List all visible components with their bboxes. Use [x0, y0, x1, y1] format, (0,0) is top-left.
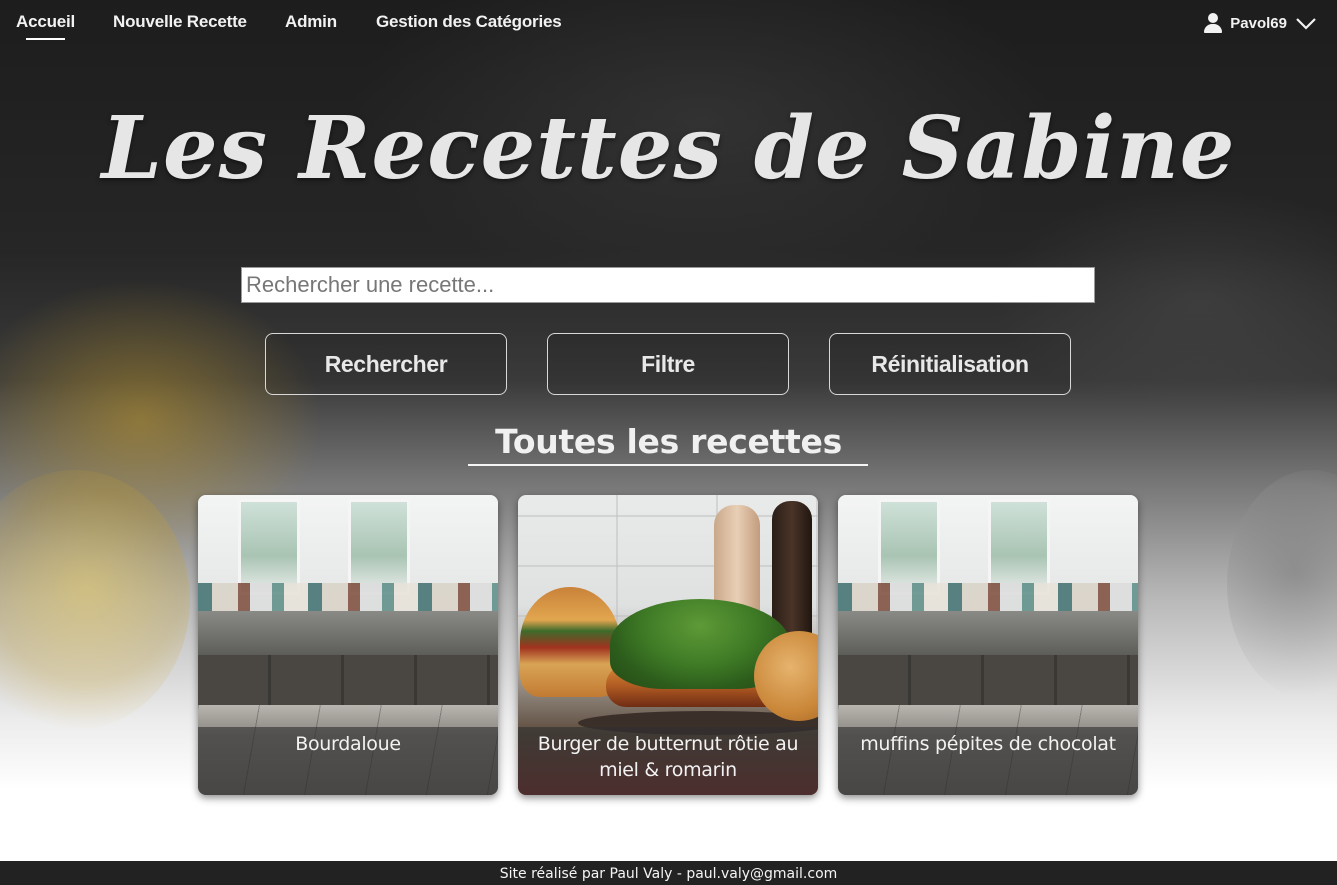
section-title: Toutes les recettes	[495, 422, 842, 461]
top-navbar: Accueil Nouvelle Recette Admin Gestion d…	[0, 0, 1337, 46]
user-name: Pavol69	[1230, 14, 1287, 32]
search-button[interactable]: Rechercher	[265, 333, 507, 395]
reset-button[interactable]: Réinitialisation	[829, 333, 1071, 395]
user-icon	[1204, 12, 1223, 34]
site-title: Les Recettes de Sabine	[101, 98, 1236, 199]
recipe-card-muffins[interactable]: muffins pépites de chocolat	[838, 495, 1138, 795]
nav-link-admin[interactable]: Admin	[285, 12, 337, 32]
nav-link-nouvelle-recette[interactable]: Nouvelle Recette	[113, 12, 247, 32]
nav-link-accueil[interactable]: Accueil	[16, 12, 75, 40]
user-menu[interactable]: Pavol69	[1204, 10, 1317, 36]
chevron-down-icon	[1296, 18, 1316, 30]
recipe-title: Burger de butternut rôtie au miel & roma…	[518, 727, 818, 795]
footer: Site réalisé par Paul Valy - paul.valy@g…	[0, 861, 1337, 885]
recipe-card-bourdaloue[interactable]: Bourdaloue	[198, 495, 498, 795]
recipe-title: Bourdaloue	[198, 727, 498, 795]
nav-link-gestion-categories[interactable]: Gestion des Catégories	[376, 12, 562, 32]
recipe-card-burger-butternut[interactable]: Burger de butternut rôtie au miel & roma…	[518, 495, 818, 795]
search-input[interactable]	[241, 267, 1095, 303]
filter-button[interactable]: Filtre	[547, 333, 789, 395]
footer-credits: Site réalisé par Paul Valy - paul.valy@g…	[499, 866, 838, 882]
section-divider	[468, 464, 868, 466]
recipe-title: muffins pépites de chocolat	[838, 727, 1138, 795]
